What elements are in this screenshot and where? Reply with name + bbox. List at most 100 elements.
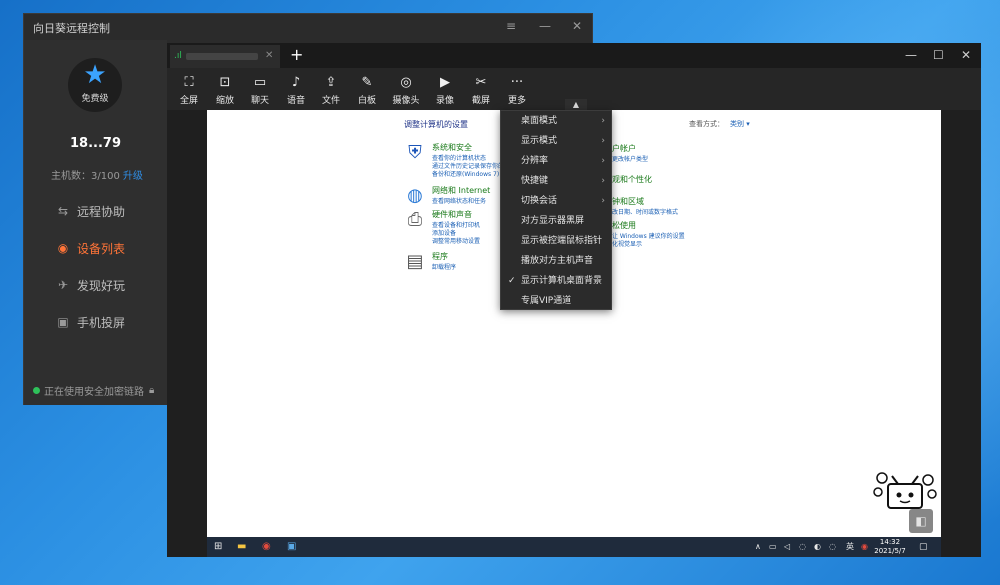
category-hardware-sound[interactable]: ⎙ 硬件和声音 查看设备和打印机 添加设备 调整常用移动设置 xyxy=(404,209,514,245)
menu-item-label: 专属VIP通道 xyxy=(521,296,572,306)
category-user-accounts[interactable]: 户帐户 xyxy=(612,143,636,154)
video-record-icon: ▶ xyxy=(440,75,450,90)
tool-screenshot[interactable]: ✂ 截屏 xyxy=(465,74,497,106)
scale-icon: ⊡ xyxy=(219,75,231,90)
chat-icon: ▭ xyxy=(253,75,267,90)
menu-item-black-screen[interactable]: 对方显示器黑屏 xyxy=(501,211,611,231)
nav-item-remote-assist[interactable]: ⇆ 远程协助 xyxy=(54,201,125,221)
tool-label: 语音 xyxy=(286,96,305,106)
category-appearance[interactable]: 观和个性化 xyxy=(612,174,652,185)
discover-icon: ✈ xyxy=(57,278,69,292)
session-tab[interactable]: .ıl ✕ xyxy=(170,45,280,68)
device-list-icon: ◉ xyxy=(57,241,69,255)
view-by-select[interactable]: 类别 ▾ xyxy=(730,120,750,128)
minimize-button[interactable]: — xyxy=(539,19,551,33)
menu-item-label: 播放对方主机声音 xyxy=(521,256,594,266)
category-link[interactable]: 改日期、时间或数字格式 xyxy=(612,207,678,216)
chevron-right-icon: › xyxy=(601,156,605,166)
ime-indicator[interactable]: 英 xyxy=(846,540,854,554)
category-clock-region[interactable]: 钟和区域 xyxy=(612,196,644,207)
tool-chat[interactable]: ▭ 聊天 xyxy=(244,74,276,106)
clock-time: 14:32 xyxy=(879,538,901,546)
menu-item-switch-session[interactable]: 切换会话 › xyxy=(501,191,611,211)
menu-item-desktop-mode[interactable]: 桌面模式 › xyxy=(501,111,611,131)
menu-item-label: 切换会话 xyxy=(521,196,558,206)
shield-icon: ⛨ xyxy=(408,142,422,163)
host-count-label: 主机数：3/100 xyxy=(51,171,120,182)
fullscreen-icon: ⛶ xyxy=(184,75,194,90)
windows-start-icon[interactable]: ⊞ xyxy=(214,540,222,554)
nav-item-discover[interactable]: ✈ 发现好玩 xyxy=(54,275,125,295)
close-tab-icon[interactable]: ✕ xyxy=(265,50,273,61)
nav-item-device-list[interactable]: ◉ 设备列表 xyxy=(54,238,125,258)
tool-fullscreen[interactable]: ⛶ 全屏 xyxy=(173,74,205,106)
menu-item-play-sound[interactable]: 播放对方主机声音 xyxy=(501,251,611,271)
control-panel-taskbar-icon[interactable]: ▣ xyxy=(287,540,296,554)
taskbar-clock[interactable]: 14:32 2021/5/7 xyxy=(872,538,908,556)
notification-icon[interactable]: ▢ xyxy=(919,540,928,554)
network-icon[interactable]: ◐ xyxy=(814,540,821,554)
globe-icon: ◍ xyxy=(407,185,423,206)
menu-item-shortcuts[interactable]: 快捷键 › xyxy=(501,171,611,191)
tray-app-icon[interactable]: ◌ xyxy=(799,540,806,554)
category-programs[interactable]: ▤ 程序 卸载程序 xyxy=(404,251,514,273)
file-transfer-icon: ⇪ xyxy=(325,75,337,90)
chrome-icon[interactable]: ◉ xyxy=(262,540,271,554)
tray-app-icon[interactable]: ◌ xyxy=(829,540,836,554)
nav-item-screen-cast[interactable]: ▣ 手机投屏 xyxy=(54,312,125,332)
category-title[interactable]: 程序 xyxy=(432,251,448,262)
remote-taskbar: ⊞ ▬ ◉ ▣ ∧ ▭ ◁ ◌ ◐ ◌ 英 ◉ 14:32 2021/5/7 ▢ xyxy=(207,537,941,557)
menu-item-show-wallpaper[interactable]: ✓ 显示计算机桌面背景 xyxy=(501,271,611,291)
camera-icon: ◎ xyxy=(400,75,412,90)
minimize-button[interactable]: — xyxy=(905,48,917,62)
tool-voice[interactable]: ♪ 语音 xyxy=(280,74,312,106)
menu-icon[interactable]: ≡ xyxy=(506,19,516,33)
floating-control-button[interactable]: ◧ xyxy=(909,509,933,533)
category-link[interactable]: 备份和还原(Windows 7) xyxy=(432,169,499,178)
upgrade-link[interactable]: 升级 xyxy=(123,171,143,182)
menu-item-resolution[interactable]: 分辨率 › xyxy=(501,151,611,171)
category-ease-of-access[interactable]: 松使用 xyxy=(612,220,636,231)
category-link[interactable]: 调整常用移动设置 xyxy=(432,236,480,245)
host-count: 主机数：3/100 升级 xyxy=(51,167,143,182)
maximize-button[interactable]: ☐ xyxy=(933,48,944,62)
close-button[interactable]: ✕ xyxy=(572,19,582,33)
tool-scale[interactable]: ⊡ 缩放 xyxy=(209,74,241,106)
tray-chevron-icon[interactable]: ∧ xyxy=(755,540,761,554)
close-button[interactable]: ✕ xyxy=(961,48,971,62)
category-link[interactable]: 更改帐户类型 xyxy=(612,154,648,163)
category-system-security[interactable]: ⛨ 系统和安全 查看你的计算机状态 通过文件历史记录保存你的文件备份副本 备份和… xyxy=(404,142,540,178)
collapse-toolbar-button[interactable]: ▲ xyxy=(565,99,587,110)
tool-whiteboard[interactable]: ✎ 白板 xyxy=(351,74,383,106)
new-tab-button[interactable]: + xyxy=(290,45,303,64)
category-link[interactable]: 化视觉显示 xyxy=(612,239,642,248)
menu-item-show-cursor[interactable]: 显示被控端鼠标指针 xyxy=(501,231,611,251)
tool-record[interactable]: ▶ 录像 xyxy=(429,74,461,106)
tool-file[interactable]: ⇪ 文件 xyxy=(315,74,347,106)
menu-item-vip-channel[interactable]: 专属VIP通道 xyxy=(501,291,611,311)
category-title[interactable]: 系统和安全 xyxy=(432,142,472,153)
session-name-redacted xyxy=(186,53,258,60)
category-link[interactable]: 查看网络状态和任务 xyxy=(432,196,486,205)
volume-icon[interactable]: ◁ xyxy=(784,540,790,554)
category-title[interactable]: 硬件和声音 xyxy=(432,209,472,220)
menu-item-label: 显示计算机桌面背景 xyxy=(521,276,603,286)
checkmark-icon: ✓ xyxy=(508,276,516,286)
category-network[interactable]: ◍ 网络和 Internet 查看网络状态和任务 xyxy=(404,185,514,207)
menu-item-display-mode[interactable]: 显示模式 › xyxy=(501,131,611,151)
tray-app-icon[interactable]: ◉ xyxy=(861,540,868,554)
level-badge: 免费级 xyxy=(81,94,109,104)
tool-more[interactable]: ··· 更多 xyxy=(501,74,533,106)
avatar[interactable]: ★ 免费级 xyxy=(68,58,122,112)
menu-item-label: 分辨率 xyxy=(521,156,549,166)
file-explorer-icon[interactable]: ▬ xyxy=(237,540,246,554)
sidebar: ★ 免费级 18...79 主机数：3/100 升级 ⇆ 远程协助 ◉ 设备列表 … xyxy=(24,40,167,405)
category-link[interactable]: 卸载程序 xyxy=(432,262,456,271)
tool-camera[interactable]: ◎ 摄像头 xyxy=(390,74,422,106)
nav-label: 手机投屏 xyxy=(77,315,126,330)
view-by: 查看方式： 类别 ▾ xyxy=(689,119,750,129)
category-title[interactable]: 网络和 Internet xyxy=(432,185,490,196)
tool-label: 截屏 xyxy=(471,96,490,106)
tool-label: 白板 xyxy=(357,96,376,106)
tray-app-icon[interactable]: ▭ xyxy=(769,540,777,554)
